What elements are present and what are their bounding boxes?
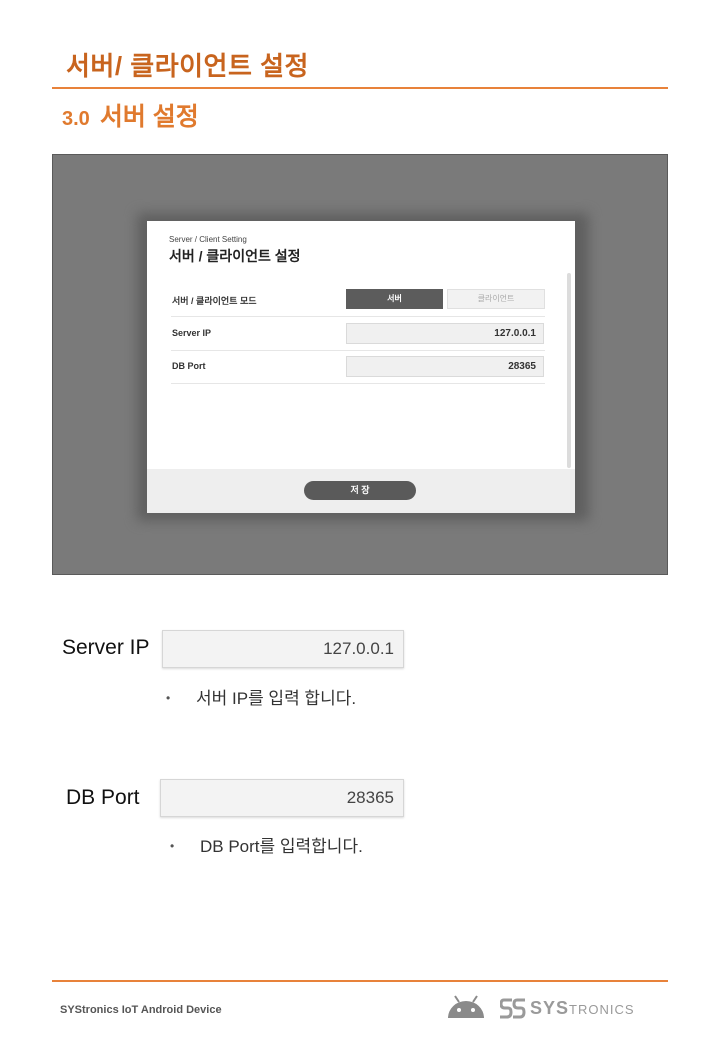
db-port-description: • DB Port를 입력합니다. xyxy=(170,832,363,857)
db-port-heading: DB Port xyxy=(66,786,140,809)
brand-wordmark: SYSTRONICS xyxy=(530,998,635,1019)
systronics-logo-icon xyxy=(499,998,526,1025)
title-divider xyxy=(52,87,668,89)
page-title: 서버/ 클라이언트 설정 xyxy=(66,51,309,81)
dialog-title: 서버 / 클라이언트 설정 xyxy=(169,248,301,264)
save-button[interactable]: 저 장 xyxy=(304,481,416,500)
db-port-label: DB Port xyxy=(172,361,206,371)
settings-screenshot: Server / Client Setting 서버 / 클라이언트 설정 서버… xyxy=(52,154,668,575)
footer-divider xyxy=(52,980,668,982)
brand-wordmark-small: TRONICS xyxy=(569,1002,635,1017)
settings-dialog: Server / Client Setting 서버 / 클라이언트 설정 서버… xyxy=(147,221,575,513)
server-ip-label: Server IP xyxy=(172,328,212,338)
dialog-subtitle: Server / Client Setting xyxy=(169,235,247,244)
server-ip-description: • 서버 IP를 입력 합니다. xyxy=(166,684,356,709)
footer-text: SYStronics IoT Android Device xyxy=(60,1004,222,1016)
server-ip-row: Server IP 127.0.0.1 xyxy=(171,318,545,351)
server-ip-heading: Server IP xyxy=(62,636,150,659)
brand-wordmark-big: SYS xyxy=(530,998,570,1018)
mode-row: 서버 / 클라이언트 모드 서버 클라이언트 xyxy=(171,284,545,317)
dialog-footer: 저 장 xyxy=(147,469,575,513)
android-icon xyxy=(446,994,486,1025)
server-ip-field-sample: 127.0.0.1 xyxy=(162,630,404,668)
section-heading: 3.0 서버 설정 xyxy=(62,97,199,133)
server-ip-description-text: 서버 IP를 입력 합니다. xyxy=(196,689,357,708)
db-port-input[interactable]: 28365 xyxy=(346,356,544,377)
bullet-icon: • xyxy=(170,839,175,853)
section-number: 3.0 xyxy=(62,108,90,130)
client-mode-button[interactable]: 클라이언트 xyxy=(447,289,545,309)
mode-label: 서버 / 클라이언트 모드 xyxy=(172,296,257,306)
server-ip-input[interactable]: 127.0.0.1 xyxy=(346,323,544,344)
bullet-icon: • xyxy=(166,691,171,705)
section-title: 서버 설정 xyxy=(99,103,199,131)
db-port-row: DB Port 28365 xyxy=(171,351,545,384)
db-port-description-text: DB Port를 입력합니다. xyxy=(200,837,363,856)
dialog-scrollbar[interactable] xyxy=(567,273,571,468)
db-port-field-sample: 28365 xyxy=(160,779,404,817)
server-mode-button[interactable]: 서버 xyxy=(346,289,443,309)
